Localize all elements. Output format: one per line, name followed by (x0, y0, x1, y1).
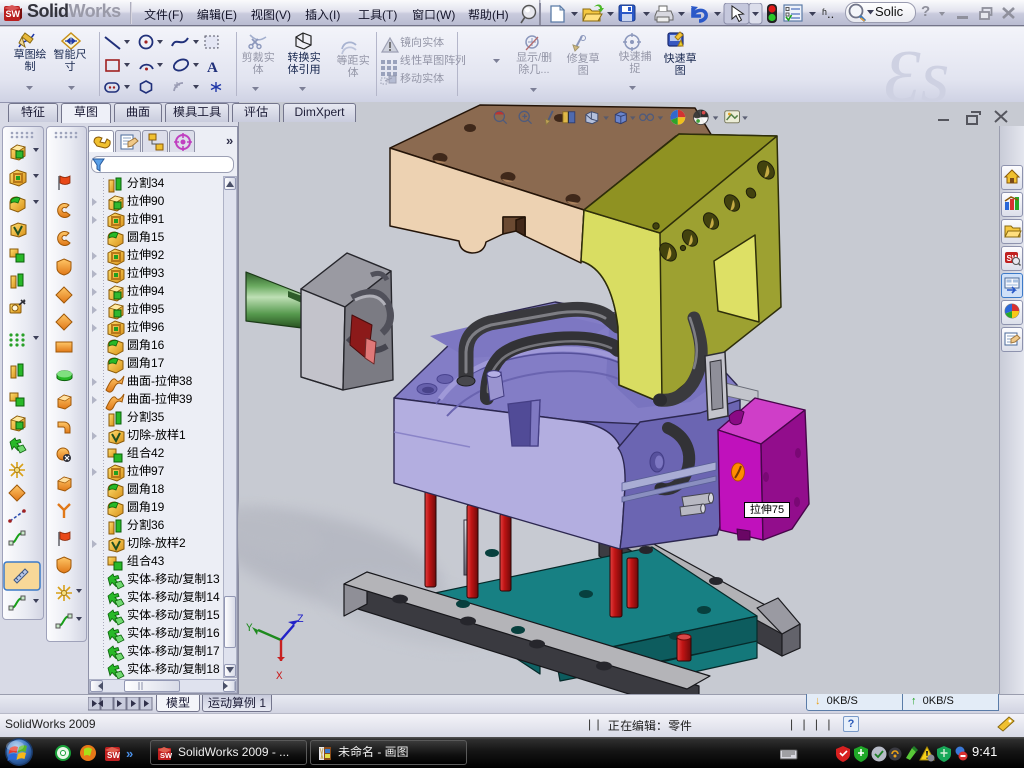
svg-text:SW: SW (160, 751, 173, 760)
svg-text:SW: SW (107, 751, 120, 760)
svg-text:Z: Z (297, 614, 304, 626)
svg-text:Y: Y (246, 623, 253, 635)
svg-text:»: » (126, 746, 133, 761)
svg-text:Ɛs: Ɛs (884, 36, 949, 103)
svg-text:X: X (276, 671, 283, 683)
svg-text:ʱ..: ʱ.. (822, 6, 834, 21)
